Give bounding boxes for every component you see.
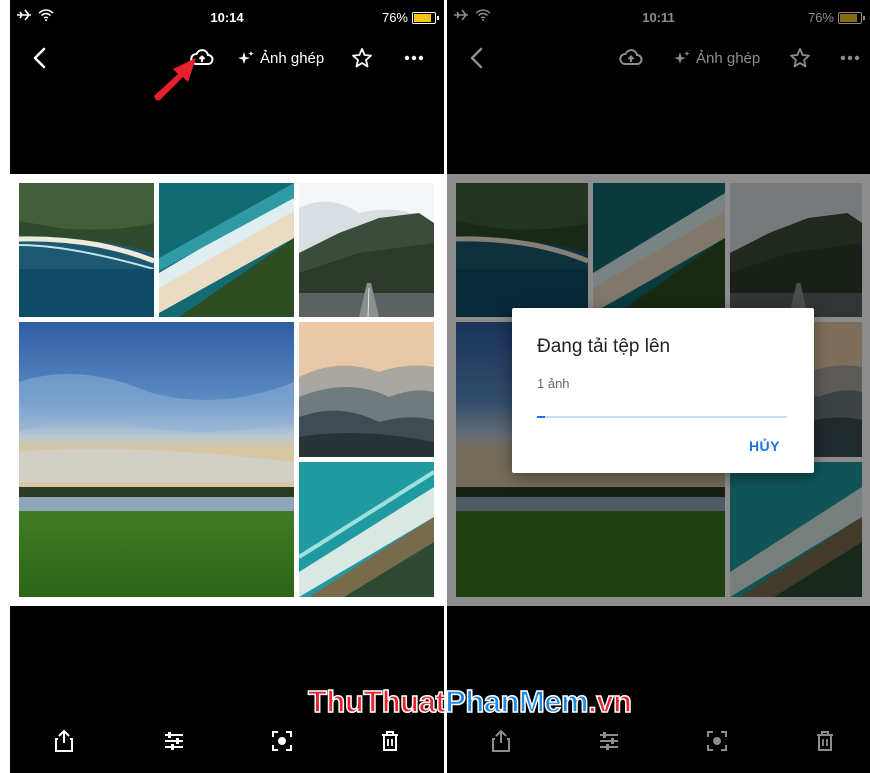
collage-button[interactable]: Ảnh ghép xyxy=(672,49,760,67)
red-arrow-icon xyxy=(154,58,196,101)
bottom-toolbar xyxy=(447,713,870,773)
bottom-toolbar xyxy=(10,713,444,773)
edit-button[interactable] xyxy=(593,725,625,757)
more-button[interactable] xyxy=(400,44,428,72)
battery-indicator: 76% xyxy=(807,10,865,25)
battery-icon xyxy=(412,11,439,24)
sparkle-icon xyxy=(238,51,254,64)
watermark-part3: .vn xyxy=(587,683,632,720)
battery-fill xyxy=(840,13,857,22)
photo-coast-cliff xyxy=(19,183,154,317)
status-bar: 10:14 76% xyxy=(10,0,444,36)
cloud-upload-icon xyxy=(619,49,643,65)
battery-indicator: 76% xyxy=(381,10,439,25)
star-icon xyxy=(790,48,810,68)
collage-image xyxy=(10,174,444,606)
cancel-button[interactable]: HỦY xyxy=(749,438,780,454)
status-time: 10:14 xyxy=(210,10,244,25)
watermark-logo: ThuThuatPhanMem.vn xyxy=(307,683,632,720)
more-button[interactable] xyxy=(836,44,864,72)
top-toolbar: Ảnh ghép xyxy=(447,40,870,76)
status-bar: 10:11 76% xyxy=(447,0,870,36)
upload-dialog: Đang tải tệp lên 1 ảnh HỦY xyxy=(512,308,814,473)
upload-button[interactable] xyxy=(617,44,645,72)
left-phone-screen: 10:14 76% Ảnh ghép xyxy=(10,0,444,773)
right-phone-screen: 10:11 76% Ảnh ghép Đang tải tệp lên 1 ản… xyxy=(447,0,870,773)
chevron-left-icon xyxy=(33,47,46,69)
photo-mountain-road xyxy=(299,183,434,317)
share-button[interactable] xyxy=(48,725,80,757)
trash-icon xyxy=(817,731,833,751)
more-horizontal-icon xyxy=(404,55,424,61)
delete-button[interactable] xyxy=(374,725,406,757)
upload-count: 1 ảnh xyxy=(537,376,570,391)
delete-button[interactable] xyxy=(809,725,841,757)
trash-icon xyxy=(382,731,398,751)
share-icon xyxy=(55,729,73,752)
collage-label: Ảnh ghép xyxy=(696,49,761,67)
star-icon xyxy=(352,48,372,68)
favorite-button[interactable] xyxy=(348,44,376,72)
more-horizontal-icon xyxy=(840,55,860,61)
lens-icon xyxy=(707,731,727,751)
watermark-part2: PhanMem xyxy=(444,683,589,720)
upload-progress-fill xyxy=(537,416,545,418)
photo-sky-field xyxy=(19,322,294,597)
upload-progress-bar xyxy=(537,416,787,418)
photo-aerial-shore xyxy=(299,462,434,597)
status-time: 10:11 xyxy=(642,10,675,25)
lens-button[interactable] xyxy=(701,725,733,757)
back-button[interactable] xyxy=(463,44,491,72)
share-button[interactable] xyxy=(485,725,517,757)
lens-icon xyxy=(272,731,292,751)
collage-label: Ảnh ghép xyxy=(260,49,325,67)
battery-fill xyxy=(414,13,431,22)
battery-icon xyxy=(838,11,865,24)
sliders-icon xyxy=(165,732,183,750)
photo-aerial-beach xyxy=(159,183,294,317)
watermark-part1: ThuThuat xyxy=(307,683,446,720)
photo-misty-hills xyxy=(299,322,434,457)
battery-percent: 76% xyxy=(807,10,834,25)
favorite-button[interactable] xyxy=(786,44,814,72)
back-button[interactable] xyxy=(26,44,54,72)
lens-button[interactable] xyxy=(266,725,298,757)
collage-button[interactable]: Ảnh ghép xyxy=(236,49,324,67)
dialog-title: Đang tải tệp lên xyxy=(537,336,671,357)
battery-percent: 76% xyxy=(381,10,408,25)
sparkle-icon xyxy=(674,51,690,64)
edit-button[interactable] xyxy=(158,725,190,757)
chevron-left-icon xyxy=(470,47,483,69)
sliders-icon xyxy=(600,732,618,750)
share-icon xyxy=(492,729,510,752)
top-toolbar: Ảnh ghép xyxy=(10,40,444,76)
